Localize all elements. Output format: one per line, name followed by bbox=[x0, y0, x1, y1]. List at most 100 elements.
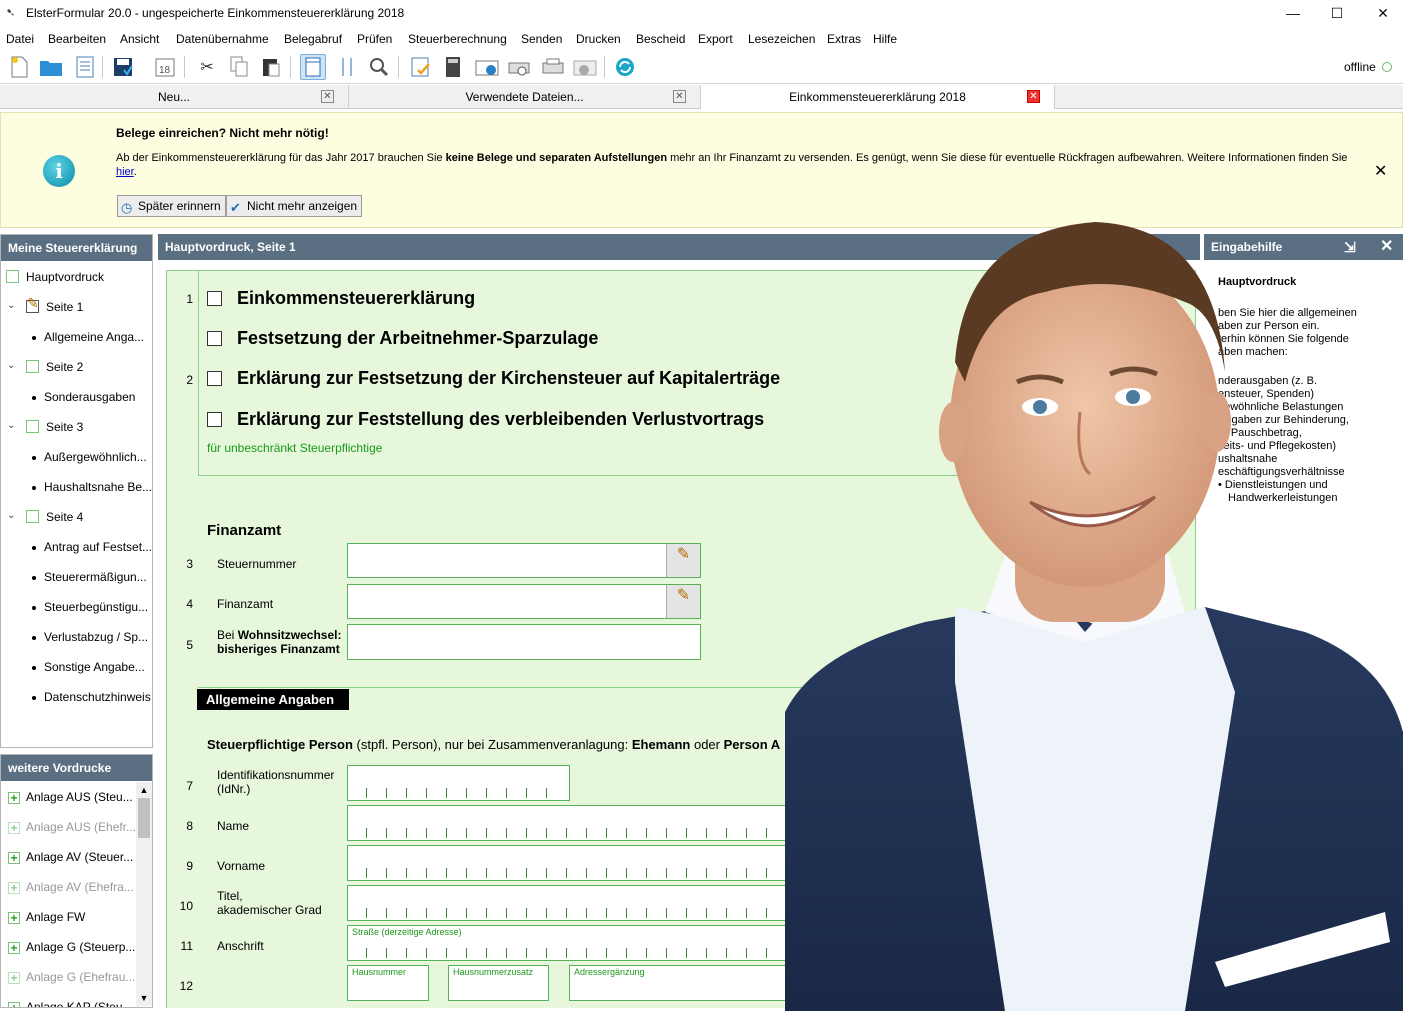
tree-item-antrag-festsetzung[interactable]: Antrag auf Festset... bbox=[44, 540, 152, 554]
bullet-icon bbox=[32, 576, 36, 580]
more-form-item[interactable]: Anlage AUS (Ehefr... bbox=[26, 820, 136, 834]
paste-icon[interactable] bbox=[258, 54, 284, 80]
close-tab-icon[interactable]: ✕ bbox=[321, 90, 334, 103]
collapse-icon[interactable]: ⌄ bbox=[7, 300, 15, 311]
field-label: Name bbox=[217, 819, 250, 833]
tree-item-seite-1[interactable]: Seite 1 bbox=[46, 300, 83, 314]
save-icon[interactable] bbox=[110, 54, 136, 80]
hausnummerzusatz-input[interactable]: Hausnummerzusatz bbox=[448, 965, 549, 1001]
option-checkbox[interactable] bbox=[207, 331, 222, 346]
collapse-icon[interactable]: ⌄ bbox=[7, 420, 15, 431]
menu-hilfe[interactable]: Hilfe bbox=[873, 32, 897, 46]
menu-ansicht[interactable]: Ansicht bbox=[120, 32, 159, 46]
print-icon[interactable] bbox=[540, 54, 566, 80]
option-checkbox[interactable] bbox=[207, 291, 222, 306]
bisheriges-finanzamt-input[interactable] bbox=[347, 624, 701, 660]
tree-item-aussergewoehnlich[interactable]: Außergewöhnlich... bbox=[44, 450, 147, 464]
add-form-icon[interactable]: + bbox=[8, 852, 20, 864]
tree-item-sonstige-angaben[interactable]: Sonstige Angabe... bbox=[44, 660, 145, 674]
tree-item-hauptvordruck[interactable]: Hauptvordruck bbox=[26, 270, 104, 284]
more-form-item[interactable]: Anlage G (Ehefrau... bbox=[26, 970, 135, 984]
tree-item-datenschutzhinweis[interactable]: Datenschutzhinweis bbox=[44, 690, 151, 704]
add-form-icon[interactable]: + bbox=[8, 972, 20, 984]
menu-bescheid[interactable]: Bescheid bbox=[636, 32, 685, 46]
menu-datei[interactable]: Datei bbox=[6, 32, 34, 46]
add-form-icon[interactable]: + bbox=[8, 882, 20, 894]
menu-senden[interactable]: Senden bbox=[521, 32, 562, 46]
add-form-icon[interactable]: + bbox=[8, 1002, 20, 1007]
close-tab-icon[interactable]: ✕ bbox=[1027, 90, 1040, 103]
add-form-icon[interactable]: + bbox=[8, 822, 20, 834]
menu-pruefen[interactable]: Prüfen bbox=[357, 32, 392, 46]
banner-info-link[interactable]: hier bbox=[116, 166, 134, 178]
calendar-icon[interactable]: 18 bbox=[152, 54, 178, 80]
pencil-icon[interactable]: ✎ bbox=[666, 544, 700, 577]
add-form-icon[interactable]: + bbox=[8, 792, 20, 804]
collapse-icon[interactable]: ⌄ bbox=[7, 360, 15, 371]
download-icon[interactable] bbox=[572, 54, 598, 80]
menu-steuerberechnung[interactable]: Steuerberechnung bbox=[408, 32, 507, 46]
page-width-icon[interactable] bbox=[334, 54, 360, 80]
menu-extras[interactable]: Extras bbox=[827, 32, 861, 46]
more-form-item[interactable]: Anlage FW bbox=[26, 910, 85, 924]
tab-neu[interactable]: Neu... ✕ bbox=[0, 85, 349, 109]
copy-icon[interactable] bbox=[226, 54, 252, 80]
dont-show-again-button[interactable]: ✔ Nicht mehr anzeigen bbox=[226, 195, 363, 217]
tree-item-allgemeine-angaben[interactable]: Allgemeine Anga... bbox=[44, 330, 144, 344]
menu-belegabruf[interactable]: Belegabruf bbox=[284, 32, 342, 46]
close-banner-icon[interactable]: ✕ bbox=[1374, 161, 1387, 181]
more-form-item[interactable]: Anlage AUS (Steu... bbox=[26, 790, 133, 804]
more-form-item[interactable]: Anlage AV (Ehefra... bbox=[26, 880, 134, 894]
tree-item-verlustabzug[interactable]: Verlustabzug / Sp... bbox=[44, 630, 148, 644]
tree-item-seite-4[interactable]: Seite 4 bbox=[46, 510, 83, 524]
close-window-button[interactable]: ✕ bbox=[1360, 0, 1403, 26]
send-icon[interactable] bbox=[474, 54, 500, 80]
tab-verwendete-dateien[interactable]: Verwendete Dateien... ✕ bbox=[349, 85, 701, 109]
minimize-button[interactable]: — bbox=[1270, 0, 1316, 26]
tree-item-sonderausgaben[interactable]: Sonderausgaben bbox=[44, 390, 135, 404]
refresh-icon[interactable] bbox=[612, 54, 638, 80]
calculator-icon[interactable] bbox=[440, 54, 466, 80]
finanzamt-input[interactable]: ✎ bbox=[347, 584, 701, 619]
hausnummer-input[interactable]: Hausnummer bbox=[347, 965, 429, 1001]
option-checkbox[interactable] bbox=[207, 371, 222, 386]
page-view-icon[interactable] bbox=[300, 54, 326, 80]
scroll-up-icon[interactable]: ▲ bbox=[136, 782, 152, 798]
menu-drucken[interactable]: Drucken bbox=[576, 32, 621, 46]
collapse-icon[interactable]: ⌄ bbox=[7, 510, 15, 521]
tree-item-steuerermaessigung[interactable]: Steuerermäßigun... bbox=[44, 570, 147, 584]
cut-icon[interactable]: ✂ bbox=[194, 54, 220, 80]
print-preview-icon[interactable] bbox=[506, 54, 532, 80]
scrollbar-thumb[interactable] bbox=[138, 798, 150, 838]
tree-item-haushaltsnahe[interactable]: Haushaltsnahe Be... bbox=[44, 480, 152, 494]
banner-text: Ab der Einkommensteuererklärung für das … bbox=[116, 151, 1356, 179]
scroll-down-icon[interactable]: ▼ bbox=[136, 990, 152, 1006]
more-form-item[interactable]: Anlage G (Steuerp... bbox=[26, 940, 135, 954]
close-tab-icon[interactable]: ✕ bbox=[673, 90, 686, 103]
add-form-icon[interactable]: + bbox=[8, 942, 20, 954]
check-form-icon[interactable] bbox=[408, 54, 434, 80]
remind-later-button[interactable]: ◷ Später erinnern bbox=[117, 195, 226, 217]
more-forms-scrollbar[interactable]: ▲ ▼ bbox=[136, 782, 152, 1006]
tree-item-steuerbeguenstigung[interactable]: Steuerbegünstigu... bbox=[44, 600, 148, 614]
more-form-item[interactable]: Anlage AV (Steuer... bbox=[26, 850, 133, 864]
menu-datenuebernahme[interactable]: Datenübernahme bbox=[176, 32, 269, 46]
tab-einkommensteuererklaerung[interactable]: Einkommensteuererklärung 2018 ✕ bbox=[701, 85, 1055, 109]
menu-export[interactable]: Export bbox=[698, 32, 733, 46]
maximize-button[interactable]: ☐ bbox=[1314, 0, 1360, 26]
new-file-icon[interactable] bbox=[6, 54, 32, 80]
add-form-icon[interactable]: + bbox=[8, 912, 20, 924]
option-checkbox[interactable] bbox=[207, 412, 222, 427]
menu-bearbeiten[interactable]: Bearbeiten bbox=[48, 32, 106, 46]
open-folder-icon[interactable] bbox=[38, 54, 64, 80]
tree-item-seite-3[interactable]: Seite 3 bbox=[46, 420, 83, 434]
steuernummer-input[interactable]: ✎ bbox=[347, 543, 701, 578]
tree-item-seite-2[interactable]: Seite 2 bbox=[46, 360, 83, 374]
more-form-item[interactable]: Anlage KAP (Steu... bbox=[26, 1000, 133, 1007]
pencil-icon[interactable]: ✎ bbox=[666, 585, 700, 618]
idnr-input[interactable] bbox=[347, 765, 570, 801]
menu-lesezeichen[interactable]: Lesezeichen bbox=[748, 32, 815, 46]
search-icon[interactable] bbox=[366, 54, 392, 80]
note-text: für unbeschränkt Steuerpflichtige bbox=[207, 441, 383, 455]
list-icon[interactable] bbox=[72, 54, 98, 80]
